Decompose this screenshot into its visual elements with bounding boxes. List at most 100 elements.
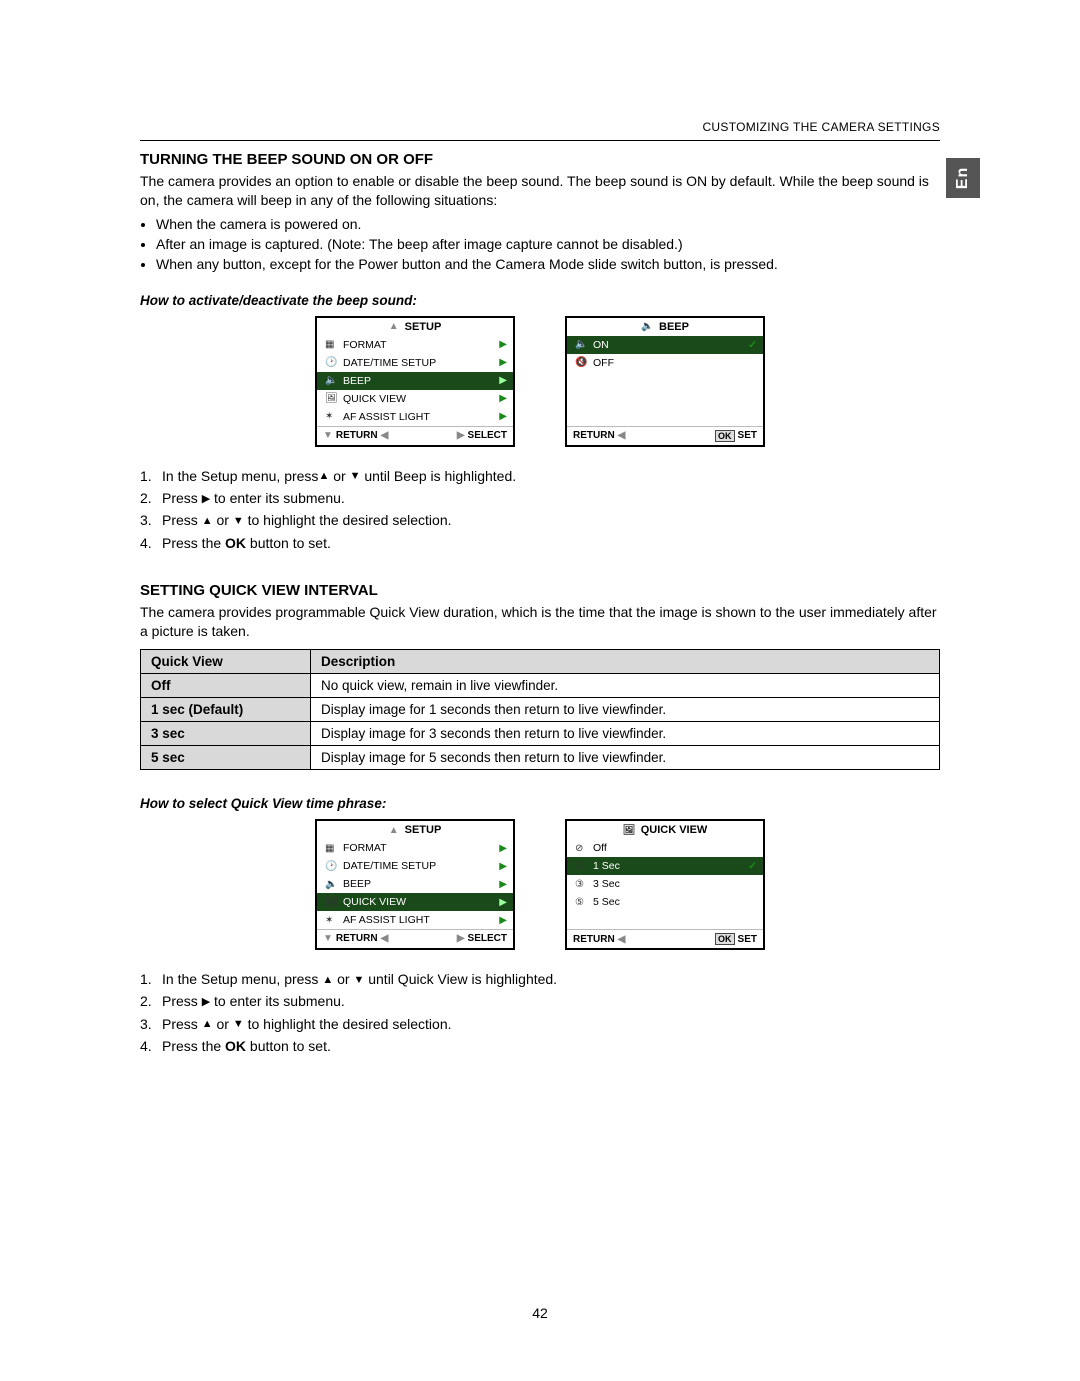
- screen-title-text: QUICK VIEW: [641, 824, 708, 836]
- table-cell-name: Off: [141, 674, 311, 698]
- beep-section-title: TURNING THE BEEP SOUND ON OR OFF: [140, 151, 940, 168]
- menu-label: QUICK VIEW: [343, 896, 406, 908]
- menu-row-highlighted: 🖼QUICK VIEW▶: [317, 893, 513, 911]
- clock-icon: 🕑: [325, 861, 337, 872]
- step-text: to highlight the desired selection.: [244, 512, 452, 528]
- beep-steps: In the Setup menu, press▲ or ▼ until Bee…: [140, 465, 940, 555]
- step-text: Press: [162, 1016, 202, 1032]
- up-arrow-icon: ▲: [389, 321, 399, 332]
- footer-return: RETURN: [336, 430, 378, 441]
- table-cell-name: 1 sec (Default): [141, 698, 311, 722]
- screen-title: 🔈 BEEP: [567, 318, 763, 336]
- screen-title-text: BEEP: [659, 321, 689, 333]
- step-item: Press ▲ or ▼ to highlight the desired se…: [140, 509, 940, 531]
- footer-return: RETURN: [573, 934, 615, 945]
- left-arrow-icon: ◀: [618, 430, 626, 441]
- option-label: OFF: [593, 357, 614, 369]
- step-text: Press: [162, 512, 202, 528]
- qv-section-title: SETTING QUICK VIEW INTERVAL: [140, 582, 940, 599]
- table-cell-desc: Display image for 1 seconds then return …: [311, 698, 940, 722]
- menu-label: AF ASSIST LIGHT: [343, 411, 430, 423]
- table-cell-name: 5 sec: [141, 746, 311, 770]
- page-number: 42: [0, 1305, 1080, 1321]
- one-sec-icon: ①: [575, 861, 587, 872]
- screen-setup-qv: ▲ SETUP ▦FORMAT▶ 🕑DATE/TIME SETUP▶ 🔈BEEP…: [315, 819, 515, 950]
- step-item: In the Setup menu, press▲ or ▼ until Bee…: [140, 465, 940, 487]
- menu-row: ✶AF ASSIST LIGHT▶: [317, 911, 513, 929]
- table-row: 3 secDisplay image for 3 seconds then re…: [141, 722, 940, 746]
- option-label: 1 Sec: [593, 860, 620, 872]
- menu-label: FORMAT: [343, 339, 387, 351]
- step-text: In the Setup menu, press: [162, 468, 318, 484]
- down-arrow-icon: ▼: [350, 468, 361, 486]
- spacer: [567, 372, 763, 426]
- option-row-highlighted: ① 1 Sec ✓: [567, 857, 763, 875]
- up-arrow-icon: ▲: [322, 972, 333, 990]
- screen-title-text: SETUP: [405, 321, 442, 333]
- footer-set: SET: [738, 430, 757, 441]
- screen-beep-options: 🔈 BEEP 🔈ON✓ 🔇OFF RETURN ◀ OK SET: [565, 316, 765, 447]
- image-icon: 🖼: [325, 393, 337, 404]
- language-tab: En: [946, 158, 980, 198]
- option-row: ⊘Off: [567, 839, 763, 857]
- table-row: 1 sec (Default)Display image for 1 secon…: [141, 698, 940, 722]
- list-item: When the camera is powered on.: [156, 214, 940, 234]
- step-item: Press ▶ to enter its submenu.: [140, 487, 940, 509]
- speaker-icon: 🔈: [325, 375, 337, 386]
- screen-title: ▲ SETUP: [317, 318, 513, 336]
- option-row: 🔇OFF: [567, 354, 763, 372]
- menu-row-highlighted: 🔈 BEEP ▶: [317, 372, 513, 390]
- list-item: After an image is captured. (Note: The b…: [156, 234, 940, 254]
- beep-screens: ▲ SETUP ▦FORMAT▶ 🕑DATE/TIME SETUP▶ 🔈BEEP…: [140, 316, 940, 447]
- menu-row: ✶AF ASSIST LIGHT▶: [317, 408, 513, 426]
- option-row: ⑤5 Sec: [567, 893, 763, 911]
- check-icon: ✓: [748, 860, 757, 872]
- speaker-icon: 🔈: [325, 879, 337, 890]
- left-arrow-icon: ◀: [618, 934, 626, 945]
- step-text: Press: [162, 490, 202, 506]
- chevron-right-icon: ▶: [499, 897, 507, 908]
- chevron-right-icon: ▶: [499, 375, 507, 386]
- step-text: or: [213, 512, 233, 528]
- screen-footer: ▼ RETURN ◀ ▶ SELECT: [317, 426, 513, 444]
- table-cell-name: 3 sec: [141, 722, 311, 746]
- qv-steps: In the Setup menu, press ▲ or ▼ until Qu…: [140, 968, 940, 1058]
- menu-row: ▦FORMAT▶: [317, 839, 513, 857]
- language-tab-label: En: [954, 167, 972, 189]
- step-text: Press: [162, 993, 202, 1009]
- step-text: to enter its submenu.: [210, 993, 345, 1009]
- chevron-right-icon: ▶: [499, 393, 507, 404]
- step-text-bold: OK: [225, 1038, 246, 1054]
- right-arrow-icon: ▶: [202, 994, 210, 1012]
- option-row: ③3 Sec: [567, 875, 763, 893]
- speaker-icon: 🔈: [641, 321, 653, 332]
- right-arrow-icon: ▶: [457, 430, 465, 441]
- footer-return: RETURN: [573, 430, 615, 441]
- screen-title: 🖼 QUICK VIEW: [567, 821, 763, 839]
- step-item: Press the OK button to set.: [140, 532, 940, 554]
- step-text: or: [213, 1016, 233, 1032]
- screen-qv-options: 🖼 QUICK VIEW ⊘Off ①1 Sec✓ ③3 Sec ⑤5 Sec …: [565, 819, 765, 950]
- chevron-right-icon: ▶: [499, 879, 507, 890]
- beep-bullets: When the camera is powered on. After an …: [156, 214, 940, 275]
- step-item: Press ▲ or ▼ to highlight the desired se…: [140, 1013, 940, 1035]
- menu-row: 🔈BEEP▶: [317, 875, 513, 893]
- menu-label: DATE/TIME SETUP: [343, 357, 436, 369]
- qv-howto-heading: How to select Quick View time phrase:: [140, 796, 940, 811]
- header-breadcrumb: CUSTOMIZING THE CAMERA SETTINGS: [140, 120, 940, 134]
- chevron-right-icon: ▶: [499, 357, 507, 368]
- up-arrow-icon: ▲: [202, 1016, 213, 1034]
- down-arrow-icon: ▼: [323, 430, 333, 441]
- footer-set: SET: [738, 934, 757, 945]
- menu-label: QUICK VIEW: [343, 393, 406, 405]
- screen-title: ▲ SETUP: [317, 821, 513, 839]
- table-cell-desc: No quick view, remain in live viewfinder…: [311, 674, 940, 698]
- option-label: ON: [593, 339, 609, 351]
- menu-label: BEEP: [343, 375, 371, 387]
- step-text: or: [333, 971, 353, 987]
- page: CUSTOMIZING THE CAMERA SETTINGS En TURNI…: [0, 0, 1080, 1381]
- screen-footer: RETURN ◀ OK SET: [567, 929, 763, 948]
- down-arrow-icon: ▼: [233, 513, 244, 531]
- up-arrow-icon: ▲: [389, 825, 399, 836]
- ok-icon: OK: [715, 933, 735, 945]
